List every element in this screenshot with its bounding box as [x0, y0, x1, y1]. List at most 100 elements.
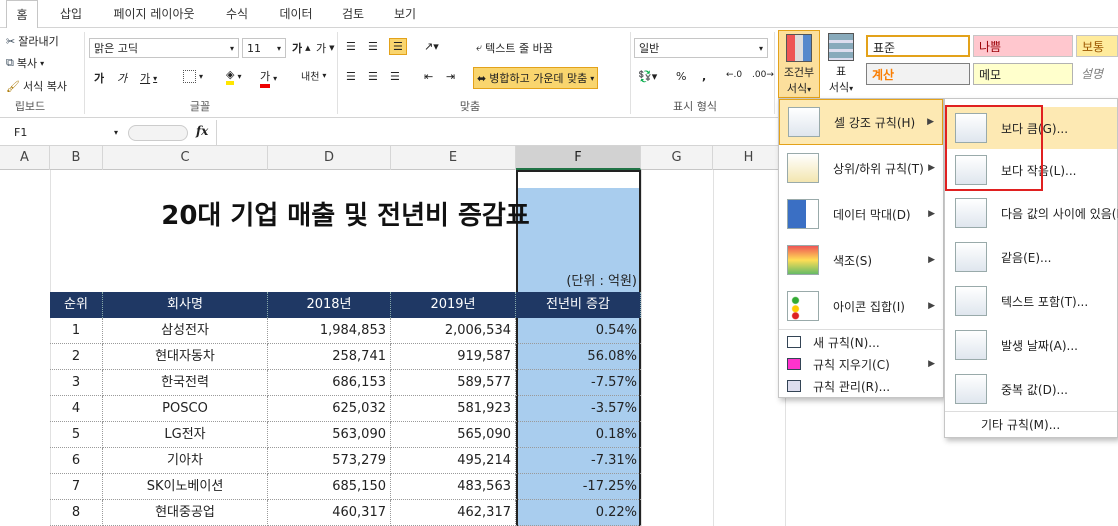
col-header-G[interactable]: G	[641, 146, 713, 170]
shrink-font-button[interactable]: 가 ▼	[316, 40, 335, 56]
align-right-icon[interactable]: ☰	[390, 70, 400, 83]
number-format-combo[interactable]: 일반 ▾	[634, 38, 768, 58]
align-bottom-icon[interactable]: ☰	[389, 38, 407, 55]
active-cell-f1[interactable]	[516, 170, 641, 188]
tab-insert[interactable]: 삽입	[56, 5, 86, 22]
orientation-icon[interactable]: ↗▾	[424, 40, 439, 53]
insert-function-icon[interactable]: fx	[196, 124, 208, 138]
cell-company[interactable]: POSCO	[103, 396, 268, 422]
format-as-table-button[interactable]: 표 서식▾	[822, 30, 860, 98]
cell-change[interactable]: 0.22%	[516, 500, 641, 526]
col-header-H[interactable]: H	[713, 146, 785, 170]
currency-icon[interactable]: 💱▾	[638, 70, 657, 83]
menu-new-rule[interactable]: 새 규칙(N)...	[779, 331, 943, 353]
style-neutral[interactable]: 보통	[1076, 35, 1118, 57]
cell-company[interactable]: 현대자동차	[103, 344, 268, 370]
cell-y2018[interactable]: 258,741	[268, 344, 391, 370]
font-size-combo[interactable]: 11 ▾	[242, 38, 286, 58]
menu-data-bars[interactable]: 데이터 막대(D) ▶	[779, 191, 943, 237]
comma-button[interactable]: ,	[702, 70, 706, 83]
wrap-text-button[interactable]: ⤶ 텍스트 줄 바꿈	[476, 40, 553, 56]
cell-rank[interactable]: 6	[50, 448, 103, 474]
cell-y2018[interactable]: 685,150	[268, 474, 391, 500]
name-box[interactable]: F1 ▾	[0, 122, 122, 142]
menu-top-bottom-rules[interactable]: 상위/하위 규칙(T) ▶	[779, 145, 943, 191]
conditional-format-button[interactable]: 조건부 서식▾	[778, 30, 820, 98]
col-header-A[interactable]: A	[0, 146, 50, 170]
cell-rank[interactable]: 8	[50, 500, 103, 526]
cell-change[interactable]: 0.54%	[516, 318, 641, 344]
col-header-C[interactable]: C	[103, 146, 268, 170]
menu-highlight-rules[interactable]: 셀 강조 규칙(H) ▶	[779, 99, 943, 145]
cell-y2019[interactable]: 495,214	[391, 448, 516, 474]
phonetic-button[interactable]: 내천 ▾	[301, 68, 326, 83]
percent-button[interactable]: %	[676, 70, 686, 83]
col-header-E[interactable]: E	[391, 146, 516, 170]
style-bad[interactable]: 나쁨	[973, 35, 1073, 57]
bold-button[interactable]: 가	[94, 70, 104, 86]
style-calc[interactable]: 계산	[866, 63, 970, 85]
cell-change[interactable]: -7.31%	[516, 448, 641, 474]
cell-y2018[interactable]: 1,984,853	[268, 318, 391, 344]
cell-change[interactable]: 0.18%	[516, 422, 641, 448]
underline-button[interactable]: 가 ▾	[140, 70, 157, 86]
cell-y2019[interactable]: 919,587	[391, 344, 516, 370]
tab-formulas[interactable]: 수식	[222, 5, 252, 22]
menu-between[interactable]: 다음 값의 사이에 있음(B)...	[945, 191, 1118, 235]
style-explain[interactable]: 설명	[1076, 63, 1118, 85]
cell-y2019[interactable]: 581,923	[391, 396, 516, 422]
menu-equal-to[interactable]: 같음(E)...	[945, 235, 1117, 279]
cell-y2018[interactable]: 625,032	[268, 396, 391, 422]
align-center-icon[interactable]: ☰	[368, 70, 378, 83]
tab-data[interactable]: 데이터	[276, 5, 316, 22]
col-header-D[interactable]: D	[268, 146, 391, 170]
fill-color-button[interactable]: ◈ ▾	[226, 68, 241, 85]
cell-company[interactable]: 기아차	[103, 448, 268, 474]
col-header-F[interactable]: F	[516, 146, 641, 170]
menu-text-contains[interactable]: 텍스트 포함(T)...	[945, 279, 1117, 323]
cell-change[interactable]: 56.08%	[516, 344, 641, 370]
tab-page-layout[interactable]: 페이지 레이아웃	[108, 5, 200, 22]
decrease-decimal-icon[interactable]: .00→	[752, 70, 774, 80]
menu-date-occurring[interactable]: 발생 날짜(A)...	[945, 323, 1117, 367]
font-name-combo[interactable]: 맑은 고딕 ▾	[89, 38, 239, 58]
cell-change[interactable]: -17.25%	[516, 474, 641, 500]
increase-indent-icon[interactable]: ⇥	[446, 70, 455, 83]
cell-change[interactable]: -7.57%	[516, 370, 641, 396]
cell-y2018[interactable]: 686,153	[268, 370, 391, 396]
cell-rank[interactable]: 7	[50, 474, 103, 500]
menu-manage-rules[interactable]: 규칙 관리(R)...	[779, 375, 943, 397]
menu-color-scales[interactable]: 색조(S) ▶	[779, 237, 943, 283]
grow-font-button[interactable]: 가 ▲	[292, 40, 311, 56]
tab-home[interactable]: 홈	[6, 0, 38, 29]
menu-clear-rules[interactable]: 규칙 지우기(C) ▶	[779, 353, 943, 375]
cell-y2018[interactable]: 573,279	[268, 448, 391, 474]
col-header-B[interactable]: B	[50, 146, 103, 170]
border-button[interactable]: ▾	[183, 70, 203, 83]
cut-button[interactable]: ✂ 잘라내기	[6, 33, 59, 49]
cell-rank[interactable]: 5	[50, 422, 103, 448]
menu-duplicate-values[interactable]: 중복 값(D)...	[945, 367, 1117, 411]
cell-change[interactable]: -3.57%	[516, 396, 641, 422]
decrease-indent-icon[interactable]: ⇤	[424, 70, 433, 83]
menu-more-rules[interactable]: 기타 규칙(M)...	[945, 413, 1117, 435]
cell-company[interactable]: 현대중공업	[103, 500, 268, 526]
cell-rank[interactable]: 1	[50, 318, 103, 344]
menu-icon-sets[interactable]: 아이콘 집합(I) ▶	[779, 283, 943, 329]
merge-center-button[interactable]: ⬌ 병합하고 가운데 맞춤 ▾	[473, 67, 599, 89]
align-middle-icon[interactable]: ☰	[368, 40, 378, 53]
cell-rank[interactable]: 3	[50, 370, 103, 396]
cell-y2019[interactable]: 2,006,534	[391, 318, 516, 344]
copy-button[interactable]: ⧉ 복사 ▾	[6, 55, 44, 71]
style-normal[interactable]: 표준	[866, 35, 970, 57]
cell-y2019[interactable]: 462,317	[391, 500, 516, 526]
increase-decimal-icon[interactable]: ←.0	[726, 70, 742, 80]
align-left-icon[interactable]: ☰	[346, 70, 356, 83]
cell-rank[interactable]: 4	[50, 396, 103, 422]
cell-company[interactable]: SK이노베이션	[103, 474, 268, 500]
cell-y2019[interactable]: 565,090	[391, 422, 516, 448]
cell-rank[interactable]: 2	[50, 344, 103, 370]
font-color-button[interactable]: 가 ▾	[260, 68, 277, 88]
style-memo[interactable]: 메모	[973, 63, 1073, 85]
format-painter-button[interactable]: 🖌 서식 복사	[6, 78, 67, 94]
